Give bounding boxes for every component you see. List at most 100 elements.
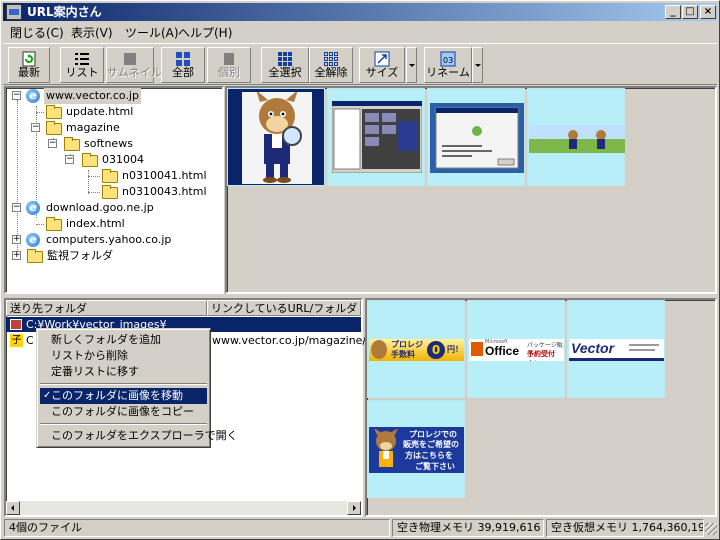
tree-node-watch-folder[interactable]: + 監視フォルダ [6, 248, 216, 264]
collapse-icon[interactable]: − [65, 155, 74, 164]
scroll-left-button[interactable] [6, 501, 20, 515]
check-icon: ✓ [43, 390, 52, 401]
folder-icon [46, 105, 62, 119]
status-file-count: 4個のファイル [4, 519, 390, 537]
thumbnail-view-button[interactable]: サムネイル [106, 47, 162, 83]
show-all-label: 全部 [172, 66, 194, 79]
url-tree-view[interactable]: − e www.vector.co.jp update.html − magaz… [4, 86, 224, 294]
menu-tools[interactable]: ツール(A) [125, 24, 179, 41]
menu-open-in-explorer[interactable]: このフォルダをエクスプローラで開く [40, 428, 238, 444]
refresh-label: 最新 [18, 66, 40, 79]
maximize-button[interactable]: □ [682, 5, 698, 19]
screenshot-app-thumbnail[interactable] [327, 88, 425, 186]
size-label: サイズ [365, 66, 399, 79]
title-bar[interactable]: URL案内さん _ □ × [3, 3, 717, 21]
top-thumbnail-pane[interactable] [225, 86, 717, 294]
tree-node-label: softnews [84, 137, 133, 150]
app-icon [6, 4, 22, 20]
tree-node-label: update.html [66, 105, 134, 118]
tree-node-update[interactable]: update.html [6, 104, 216, 120]
collapse-icon[interactable]: − [12, 91, 21, 100]
horizontal-scrollbar[interactable] [6, 501, 361, 515]
tree-node-magazine[interactable]: − magazine [6, 120, 216, 136]
deselect-all-button[interactable]: 全解除 [309, 47, 353, 83]
menu-separator [40, 383, 207, 385]
menu-copy-images-to-folder[interactable]: このフォルダに画像をコピー [40, 404, 207, 420]
deselect-all-label: 全解除 [314, 66, 348, 79]
mascot-magnifier-image [242, 92, 312, 184]
expand-icon[interactable]: + [12, 251, 21, 260]
close-button[interactable]: × [700, 5, 716, 19]
select-all-button[interactable]: 全選択 [261, 47, 309, 83]
banner-text-line4: ご覧下さい [415, 462, 455, 471]
list-view-button[interactable]: リスト [60, 47, 104, 83]
banner-prolegi-fee-thumbnail[interactable]: プロレジ 手数料 0 円！ [367, 300, 465, 398]
tree-node-031004[interactable]: − 031004 [6, 152, 216, 168]
screenshot-app-image [332, 101, 422, 173]
expand-icon[interactable]: + [12, 235, 21, 244]
mascot-magnifier-thumbnail[interactable] [227, 88, 325, 186]
linked-url: www.vector.co.jp/magazine/s [212, 334, 372, 347]
rename-button[interactable]: 03 リネーム [424, 47, 472, 83]
rename-dropdown-arrow[interactable] [472, 47, 483, 83]
tree-node-label: download.goo.ne.jp [46, 201, 154, 214]
tree-node-softnews[interactable]: − softnews [6, 136, 216, 152]
tree-node-label: www.vector.co.jp [44, 88, 141, 104]
tree-node-label: computers.yahoo.co.jp [46, 233, 172, 246]
banner-vector-thumbnail[interactable]: Vector [567, 300, 665, 398]
tree-node-label: magazine [66, 121, 120, 134]
mascot-icon [374, 429, 398, 467]
tree-node-index[interactable]: index.html [6, 216, 216, 232]
thumbnail-view-label: サムネイル [107, 66, 162, 79]
scroll-right-button[interactable] [347, 501, 361, 515]
tree-node-n0310043[interactable]: n0310043.html [6, 184, 216, 200]
child-badge-icon: 子 [10, 334, 23, 347]
menu-move-to-standard-list[interactable]: 定番リストに移す [40, 364, 207, 380]
tree-line [36, 112, 44, 113]
banner-vector: Vector [569, 339, 664, 361]
tree-node-yahoo[interactable]: + e computers.yahoo.co.jp [6, 232, 216, 248]
column-linked-url[interactable]: リンクしているURL/フォルダ [207, 300, 361, 316]
bottom-thumbnail-pane[interactable]: プロレジ 手数料 0 円！ Microsoft Office パッケージ販売 予… [365, 298, 717, 517]
menu-close[interactable]: 閉じる(C) [10, 24, 64, 41]
menu-add-folder[interactable]: 新しくフォルダを追加 [40, 332, 207, 348]
menu-remove-from-list[interactable]: リストから削除 [40, 348, 207, 364]
size-dropdown-arrow[interactable] [406, 47, 417, 83]
menu-separator [40, 423, 207, 425]
menu-help[interactable]: ヘルプ(H) [178, 24, 232, 41]
size-button[interactable]: サイズ [359, 47, 405, 83]
banner-brand: Office [485, 344, 520, 358]
tree-node-label: index.html [66, 217, 125, 230]
tree-node-n0310041[interactable]: n0310041.html [6, 168, 216, 184]
column-destination-folder[interactable]: 送り先フォルダ [6, 300, 207, 316]
collapse-icon[interactable]: − [48, 139, 57, 148]
banner-prolegi-seller-thumbnail[interactable]: プロレジでの 販売をご希望の 方はこちらを ご覧下さい [367, 400, 465, 498]
mascot-icon [371, 340, 387, 359]
mascots-field-thumbnail[interactable] [527, 88, 625, 186]
individual-button[interactable]: 個別 [207, 47, 251, 83]
tree-node-label: 031004 [102, 153, 144, 166]
tree-node-goo[interactable]: − e download.goo.ne.jp [6, 200, 216, 216]
refresh-button[interactable]: 最新 [8, 47, 50, 83]
minimize-button[interactable]: _ [665, 5, 681, 19]
status-physical-memory: 空き物理メモリ 39,919,616 [392, 519, 544, 537]
mascots-field-image [529, 125, 625, 153]
individual-label: 個別 [218, 66, 240, 79]
tree-node-vector[interactable]: − e www.vector.co.jp [6, 88, 216, 104]
banner-office-thumbnail[interactable]: Microsoft Office パッケージ販売 予約受付中！ [467, 300, 565, 398]
tree-node-label: 監視フォルダ [47, 249, 113, 262]
ie-globe-icon: e [26, 201, 40, 215]
banner-text-line2: 販売をご希望の [403, 440, 459, 449]
menu-view[interactable]: 表示(V) [71, 24, 113, 41]
banner-prolegi-fee: プロレジ 手数料 0 円！ [369, 339, 464, 361]
folder-context-menu: 新しくフォルダを追加 リストから削除 定番リストに移す ✓ このフォルダに画像を… [36, 328, 238, 448]
collapse-icon[interactable]: − [12, 203, 21, 212]
menu-move-images-to-folder[interactable]: ✓ このフォルダに画像を移動 [40, 388, 207, 404]
collapse-icon[interactable]: − [31, 123, 40, 132]
resize-grip-icon[interactable] [705, 523, 717, 535]
folder-icon [82, 153, 98, 167]
screenshot-dialog-thumbnail[interactable] [427, 88, 525, 186]
show-all-button[interactable]: 全部 [161, 47, 205, 83]
screenshot-dialog-image [430, 103, 524, 173]
tree-line [88, 192, 100, 193]
